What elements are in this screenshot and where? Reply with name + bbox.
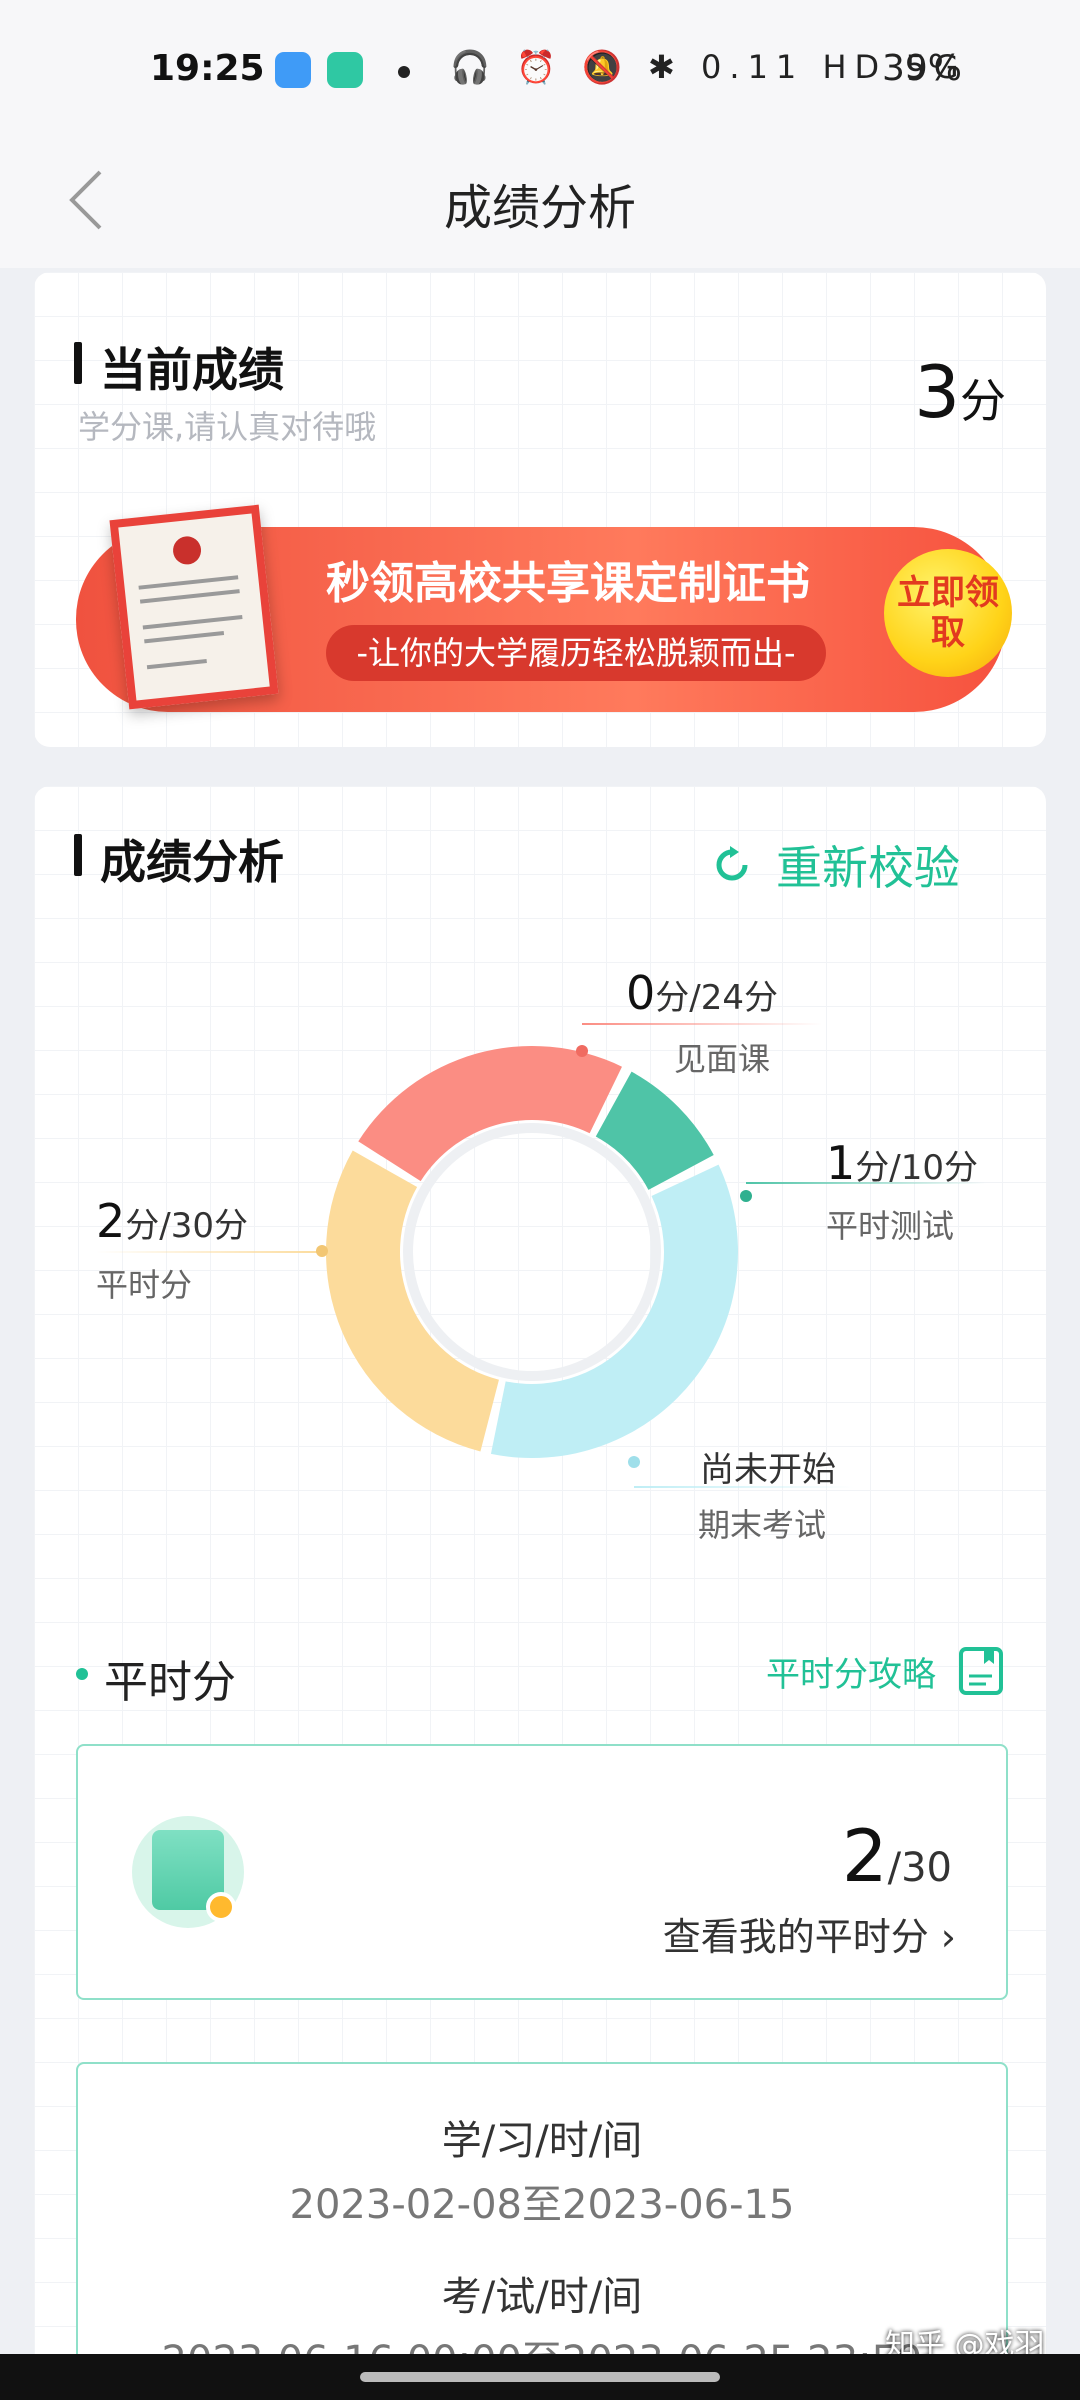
usual-score: 2/30 bbox=[841, 1814, 952, 1898]
app-notification-icon bbox=[275, 52, 311, 88]
status-time: 19:25 bbox=[150, 48, 265, 89]
segment-name-quiz: 平时测试 bbox=[826, 1207, 955, 1245]
tips-label: 平时分攻略 bbox=[766, 1654, 936, 1695]
time-info-card: 学/习/时/间 2023-02-08至2023-06-15 考/试/时/间 20… bbox=[76, 2062, 1008, 2400]
donut-slice-平时分 bbox=[326, 1150, 499, 1452]
battery-level: 39% bbox=[882, 48, 963, 89]
view-usual-score-link[interactable]: 查看我的平时分 › bbox=[663, 1906, 956, 1961]
donut-slice-见面课 bbox=[358, 1046, 622, 1182]
score-donut-chart bbox=[326, 1046, 738, 1458]
usual-score-card[interactable]: 2/30 查看我的平时分 › bbox=[76, 1744, 1008, 2000]
segment-name-meeting: 见面课 bbox=[674, 1040, 771, 1078]
analysis-title: 成绩分析 bbox=[74, 826, 284, 892]
status-bar: 19:25 🎧 ⏰ 🔕 ✱ 0.11 HD 5G 39% bbox=[0, 0, 1080, 140]
segment-name-usual: 平时分 bbox=[96, 1266, 193, 1304]
certificate-image bbox=[109, 504, 279, 710]
banner-subtitle: -让你的大学履历轻松脱颖而出- bbox=[326, 625, 826, 681]
donut-slice-期末考试 bbox=[490, 1164, 738, 1458]
segment-label-final: 尚未开始 bbox=[700, 1450, 836, 1490]
chevron-right-icon: › bbox=[940, 1915, 956, 1959]
usual-score-tips-link[interactable]: 平时分攻略 bbox=[766, 1646, 1004, 1696]
study-time-value: 2023-02-08至2023-06-15 bbox=[289, 2182, 795, 2228]
guide-book-icon bbox=[959, 1647, 1003, 1695]
current-score-subtitle: 学分课,请认真对待哦 bbox=[78, 408, 377, 446]
claim-button[interactable]: 立即领取 bbox=[884, 549, 1012, 677]
segment-label-usual: 2分/30分 bbox=[96, 1194, 248, 1248]
gesture-bar bbox=[0, 2354, 1080, 2400]
app-notification-icon bbox=[327, 52, 363, 88]
page-title: 成绩分析 bbox=[443, 180, 636, 236]
score-value: 3 bbox=[914, 350, 960, 434]
recheck-button[interactable]: 重新校验 bbox=[712, 832, 960, 898]
segment-label-quiz: 1分/10分 bbox=[826, 1136, 978, 1190]
score-unit: 分 bbox=[960, 374, 1006, 428]
refresh-icon bbox=[716, 846, 748, 881]
segment-name-final: 期末考试 bbox=[698, 1506, 827, 1544]
banner-title: 秒领高校共享课定制证书 bbox=[326, 558, 810, 609]
more-notifications-icon bbox=[398, 66, 410, 78]
exam-time-label: 考/试/时/间 bbox=[441, 2274, 643, 2320]
current-score-title: 当前成绩 bbox=[74, 334, 284, 400]
recheck-label: 重新校验 bbox=[776, 841, 960, 895]
home-indicator[interactable] bbox=[360, 2372, 720, 2382]
segment-label-meeting: 0分/24分 bbox=[626, 966, 778, 1020]
certificate-medal-icon bbox=[132, 1816, 244, 1928]
top-nav: 成绩分析 bbox=[0, 140, 1080, 268]
study-time-label: 学/习/时/间 bbox=[441, 2118, 643, 2164]
current-score-card: 当前成绩 学分课,请认真对待哦 3分 秒领高校共享课定制证书 -让你的大学履历轻… bbox=[34, 272, 1046, 747]
donut-slice-平时测试 bbox=[595, 1071, 714, 1190]
seal-icon bbox=[171, 535, 203, 566]
current-score: 3分 bbox=[914, 350, 1006, 434]
usual-score-section-title: 平时分 bbox=[76, 1646, 236, 1710]
donut-inner-ring bbox=[403, 1123, 661, 1381]
analysis-card: 成绩分析 重新校验 0分/24分 见面课 1分/10分 平时测试 2分/30分 … bbox=[34, 786, 1046, 2400]
